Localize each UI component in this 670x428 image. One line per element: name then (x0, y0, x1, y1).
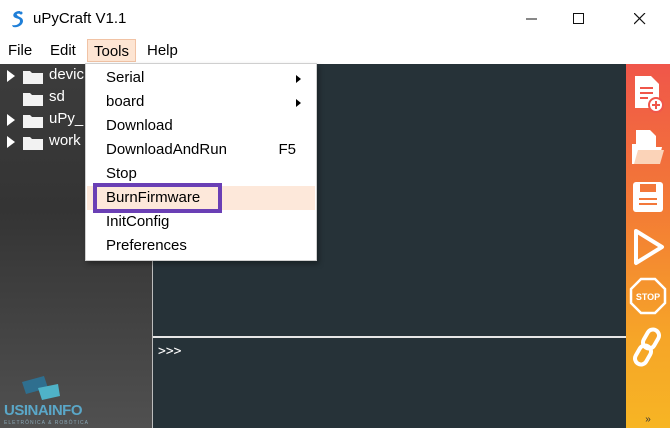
maximize-button[interactable] (556, 0, 602, 38)
menu-item-download[interactable]: Download (87, 114, 315, 138)
terminal-prompt: >>> (158, 344, 182, 359)
tools-menu: Serial board Download DownloadAndRun F5 … (85, 63, 317, 261)
folder-icon (23, 115, 43, 128)
menu-item-label: board (106, 93, 145, 110)
tree-item-label: devic (49, 66, 85, 83)
submenu-arrow-icon (296, 99, 301, 107)
maximize-icon (573, 13, 584, 24)
run-button[interactable] (626, 222, 670, 272)
tree-item-label: work (49, 132, 81, 149)
minimize-button[interactable] (509, 0, 555, 38)
close-icon (634, 13, 646, 25)
tree-item-label: sd (49, 88, 65, 105)
close-button[interactable] (617, 0, 663, 38)
logo-tagline: ELETRÔNICA & ROBÓTICA (4, 420, 89, 426)
menu-item-serial[interactable]: Serial (87, 66, 315, 90)
usinainfo-logo: USINAINFO ELETRÔNICA & ROBÓTICA (4, 372, 104, 426)
menu-bar: File Edit Tools Help (0, 38, 670, 63)
side-toolbar: STOP » (626, 64, 670, 428)
stop-button[interactable]: STOP (626, 271, 670, 321)
new-file-icon (635, 76, 664, 113)
menu-item-label: InitConfig (106, 213, 170, 230)
terminal-panel[interactable]: >>> (153, 338, 626, 428)
open-folder-icon (632, 130, 664, 164)
menu-tools[interactable]: Tools (87, 39, 137, 62)
window-title: uPyCraft V1.1 (33, 10, 127, 27)
folder-icon (23, 71, 43, 84)
connect-icon (633, 327, 661, 367)
menu-item-preferences[interactable]: Preferences (87, 234, 315, 258)
menu-help[interactable]: Help (141, 39, 184, 62)
menu-item-board[interactable]: board (87, 90, 315, 114)
folder-icon (23, 137, 43, 150)
menu-item-shortcut: F5 (278, 141, 296, 158)
tree-item-label: uPy_ (49, 110, 84, 127)
minimize-icon (526, 18, 537, 20)
menu-item-label: Preferences (106, 237, 187, 254)
menu-item-init-config[interactable]: InitConfig (87, 210, 315, 234)
menu-item-label: Stop (106, 165, 137, 182)
title-bar: uPyCraft V1.1 (0, 0, 670, 38)
expand-arrow-icon[interactable] (7, 114, 15, 126)
menu-item-label: Download (106, 117, 173, 134)
new-file-button[interactable] (626, 69, 670, 119)
logo-text: USINAINFO (4, 402, 83, 419)
expand-arrow-icon[interactable] (7, 70, 15, 82)
menu-item-label: DownloadAndRun (106, 141, 227, 158)
run-icon (634, 229, 664, 265)
menu-item-label: Serial (106, 69, 145, 86)
save-button[interactable] (626, 172, 670, 222)
logo-mark-icon (22, 376, 60, 400)
menu-item-download-and-run[interactable]: DownloadAndRun F5 (87, 138, 315, 162)
open-button[interactable] (626, 122, 670, 172)
connect-button[interactable] (626, 322, 670, 372)
submenu-arrow-icon (296, 75, 301, 83)
menu-edit[interactable]: Edit (44, 39, 82, 62)
stop-label: STOP (636, 292, 660, 302)
save-icon (633, 182, 663, 212)
app-icon (12, 11, 23, 28)
expand-arrow-icon[interactable] (7, 136, 15, 148)
toolbar-overflow-icon[interactable]: » (626, 414, 670, 425)
stop-icon: STOP (629, 277, 667, 315)
folder-icon (23, 93, 43, 106)
highlight-annotation (93, 183, 222, 213)
menu-file[interactable]: File (2, 39, 38, 62)
